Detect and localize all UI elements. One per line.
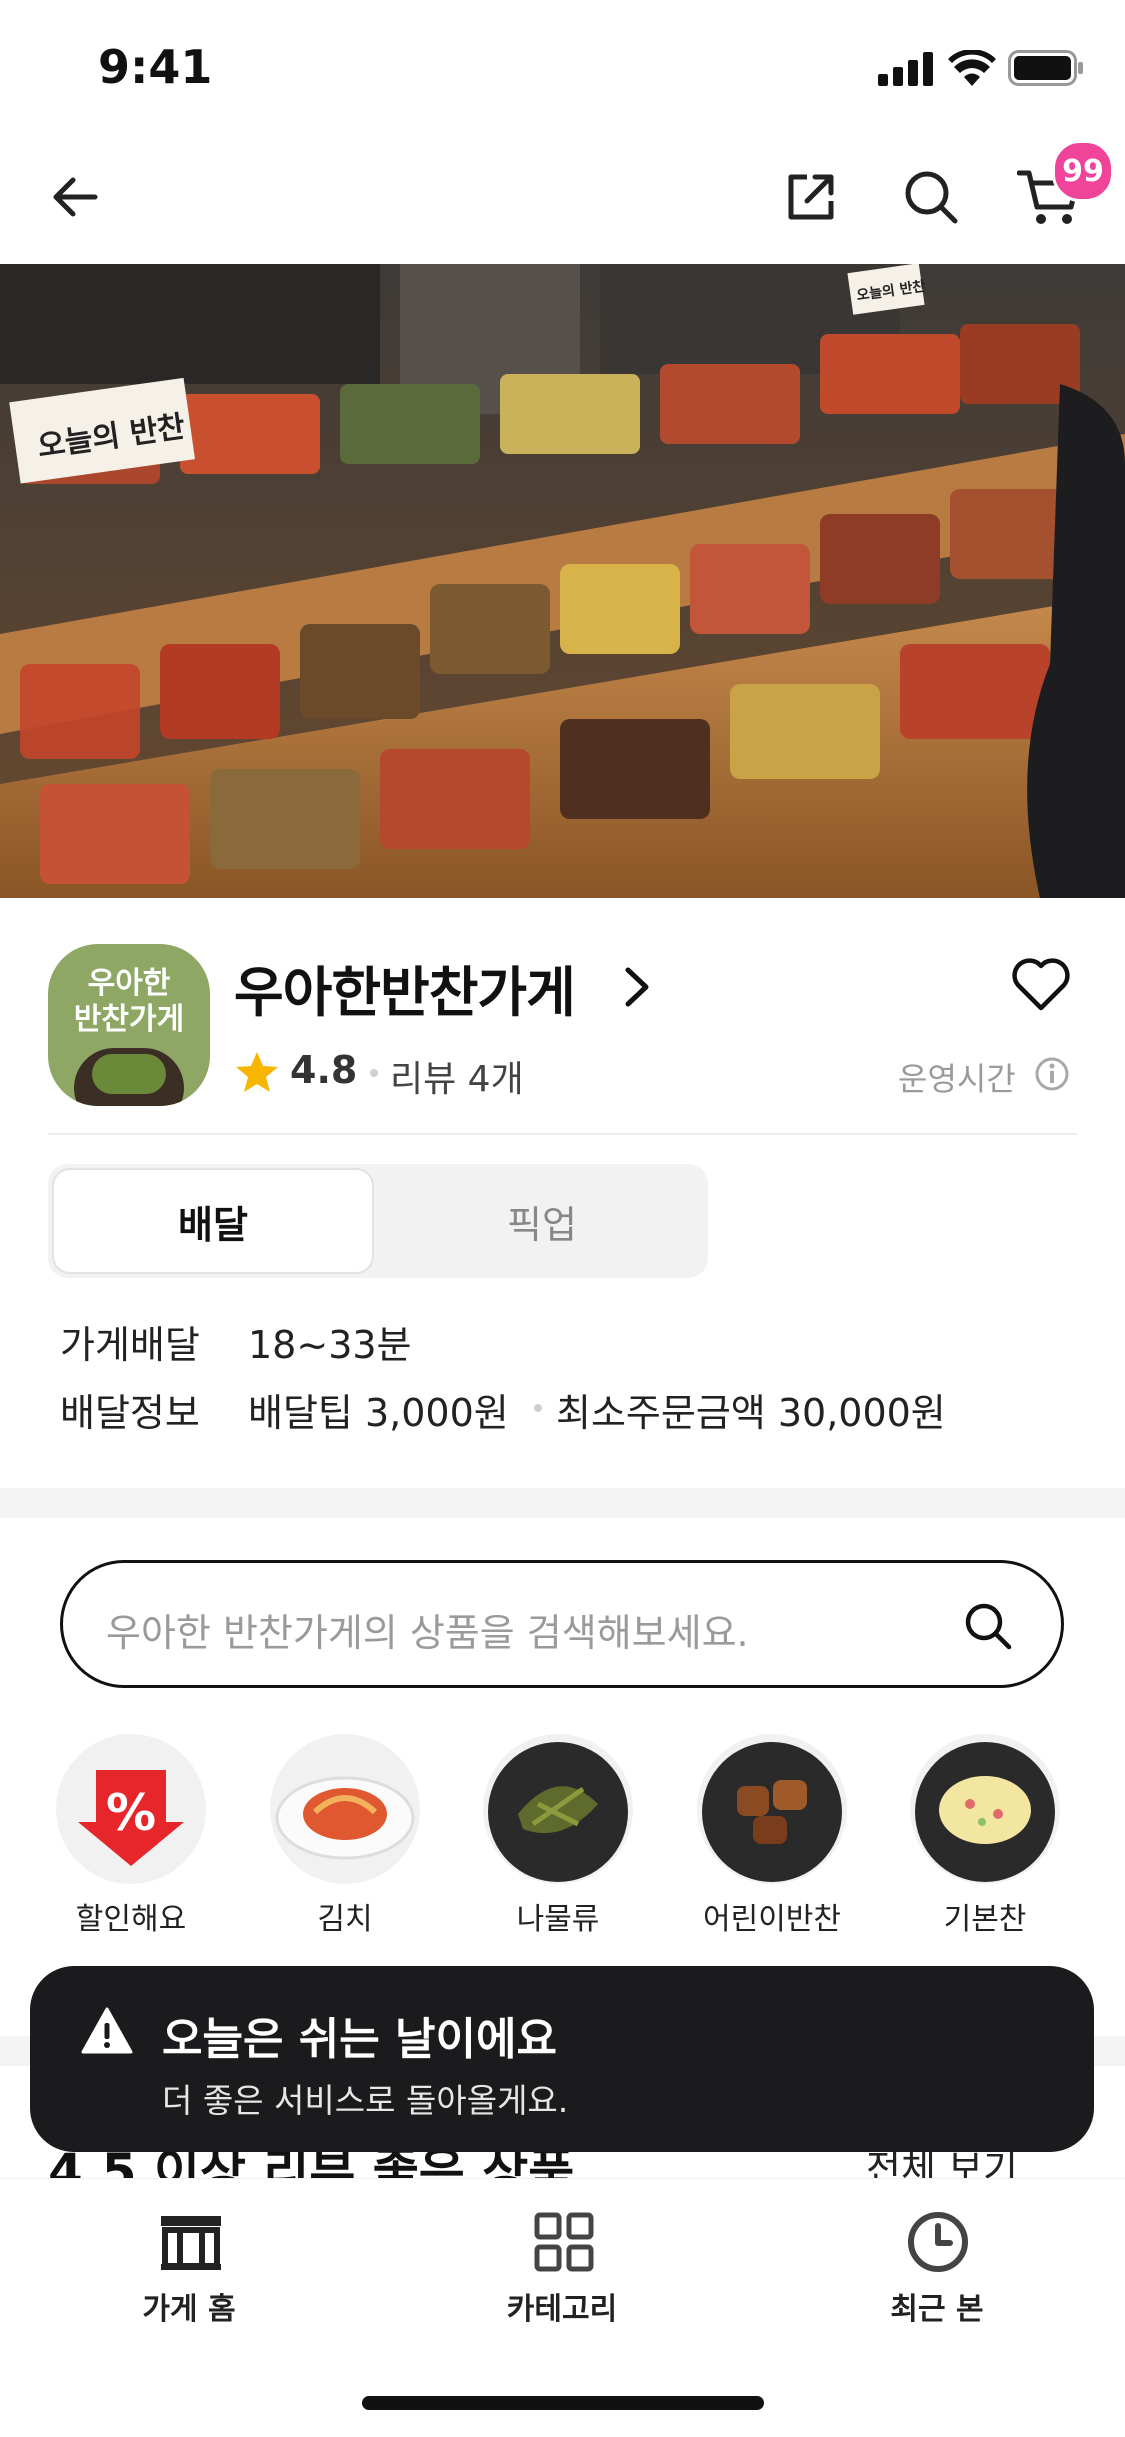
delivery-time-value: 18~33분: [248, 1323, 412, 1367]
delivery-time-label: 가게배달: [60, 1323, 200, 1367]
nav-store-home[interactable]: 가게 홈: [64, 2204, 314, 2327]
store-name[interactable]: 우아한반찬가게: [234, 948, 576, 1027]
category-label: 기본찬: [943, 1902, 1027, 1937]
toast-subtitle: 더 좋은 서비스로 돌아올게요.: [162, 2081, 569, 2120]
chevron-right-icon[interactable]: [620, 962, 654, 1016]
divider: [48, 1133, 1077, 1135]
arrow-left-icon: [53, 177, 98, 217]
toast-title: 오늘은 쉬는 날이에요: [162, 2014, 557, 2065]
delivery-info-label: 배달정보: [60, 1391, 200, 1435]
namul-icon: [483, 1734, 633, 1884]
store-hero-image: 오늘의 반찬 오늘의 반찬: [0, 264, 1125, 898]
back-button[interactable]: [40, 162, 110, 232]
logo-text-line1: 우아한: [87, 966, 171, 1001]
hours-label[interactable]: 운영시간: [898, 1054, 1016, 1100]
signal-icon: [878, 52, 936, 86]
search-button[interactable]: [896, 162, 966, 232]
tab-pickup[interactable]: 픽업: [380, 1168, 704, 1274]
cart-badge: 99: [1052, 140, 1114, 202]
logo-text-line2: 반찬가게: [73, 1002, 185, 1037]
store-logo: 우아한 반찬가게: [48, 944, 210, 1106]
category-item[interactable]: %: [56, 1734, 206, 1884]
svg-text:%: %: [106, 1784, 156, 1842]
battery-icon: [1008, 50, 1084, 86]
info-icon[interactable]: [1034, 1056, 1070, 1096]
search-icon: [905, 171, 958, 224]
category-item[interactable]: [483, 1734, 633, 1884]
warning-icon: [80, 2006, 134, 2060]
nav-recently-viewed[interactable]: 최근 본: [812, 2204, 1062, 2327]
discount-icon: %: [56, 1734, 206, 1884]
basic-dish-icon: [910, 1734, 1060, 1884]
category-item[interactable]: [270, 1734, 420, 1884]
section-separator: [0, 1488, 1125, 1518]
nav-label: 최근 본: [890, 2292, 984, 2327]
review-count-link[interactable]: 리뷰 4개: [390, 1050, 524, 1102]
category-item[interactable]: [697, 1734, 847, 1884]
rating-dot: [370, 1069, 378, 1077]
search-placeholder: 우아한 반찬가게의 상품을 검색해보세요.: [106, 1611, 749, 1655]
status-time: 9:41: [98, 40, 213, 94]
store-icon: [159, 2212, 223, 2276]
category-label: 나물류: [516, 1902, 600, 1937]
minimum-order: 최소주문금액 30,000원: [556, 1391, 946, 1435]
share-button[interactable]: [776, 162, 846, 232]
share-icon: [788, 174, 834, 220]
star-icon: [234, 1050, 280, 1098]
favorite-heart-icon[interactable]: [1010, 956, 1072, 1016]
rating-value: 4.8: [290, 1048, 358, 1092]
category-label: 어린이반찬: [703, 1902, 841, 1937]
wifi-icon: [948, 49, 996, 86]
home-indicator: [362, 2396, 764, 2410]
kids-dish-icon: [697, 1734, 847, 1884]
category-item[interactable]: [910, 1734, 1060, 1884]
kimchi-icon: [270, 1734, 420, 1884]
nav-label: 가게 홈: [142, 2292, 236, 2327]
clock-icon: [906, 2210, 970, 2278]
tab-delivery[interactable]: 배달: [52, 1168, 374, 1274]
category-label: 할인해요: [75, 1902, 187, 1937]
search-icon[interactable]: [962, 1600, 1014, 1656]
grid-icon: [534, 2212, 594, 2276]
delivery-tip: 배달팁 3,000원: [248, 1391, 509, 1435]
category-label: 김치: [317, 1902, 373, 1937]
info-dot: [534, 1404, 542, 1412]
nav-category[interactable]: 카테고리: [437, 2204, 687, 2327]
nav-label: 카테고리: [506, 2292, 618, 2327]
